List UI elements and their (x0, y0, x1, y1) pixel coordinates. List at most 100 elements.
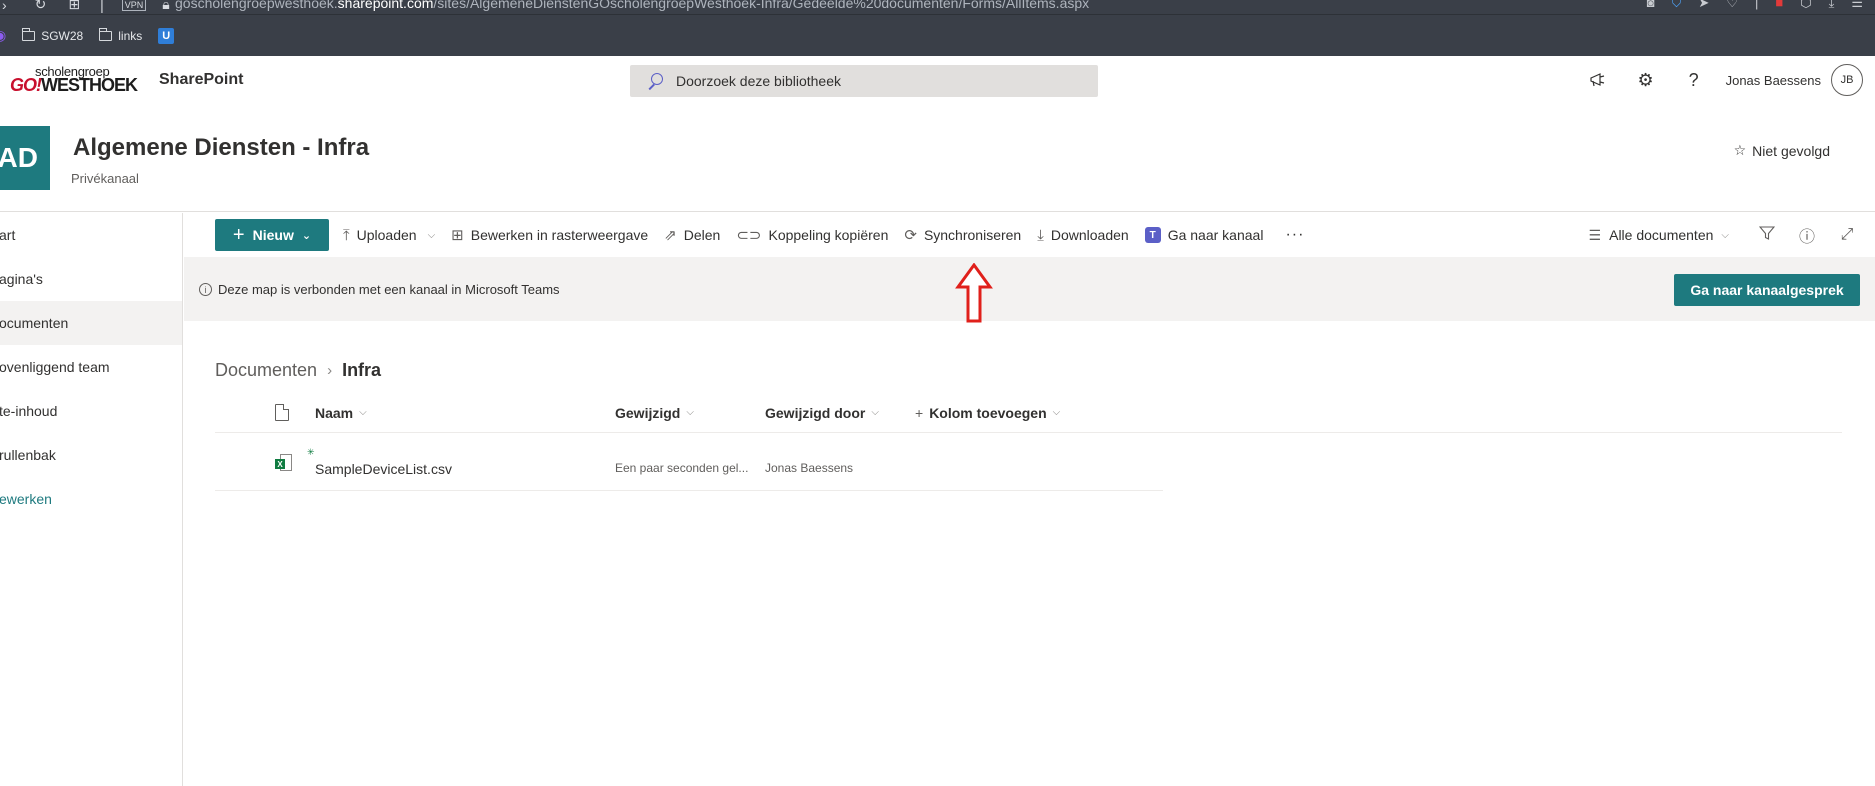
site-header: AD Algemene Diensten - Infra Privékanaal… (0, 104, 1875, 212)
nav-item-edit[interactable]: ewerken (0, 477, 182, 521)
sync-button[interactable]: ⟳ Synchroniseren (904, 226, 1021, 244)
heart-icon[interactable]: ♡ (1726, 0, 1738, 11)
app-name[interactable]: SharePoint (159, 71, 243, 89)
nav-item-start[interactable]: art (0, 213, 182, 257)
file-icon (275, 404, 289, 421)
nav-label: rullenbak (0, 447, 56, 463)
send-icon[interactable]: ➤ (1698, 0, 1709, 11)
view-label: Alle documenten (1609, 227, 1714, 243)
camera-icon[interactable]: ◙ (1647, 0, 1655, 11)
grid-edit-label: Bewerken in rasterweergave (470, 227, 649, 243)
more-options-button[interactable]: ··· (1285, 226, 1304, 244)
column-header-name[interactable]: Naam ⌵ (315, 405, 367, 421)
help-icon[interactable]: ? (1670, 56, 1718, 104)
org-logo[interactable]: scholengroep GO!WESTHOEK (10, 64, 138, 96)
share-button[interactable]: ⇗ Delen (664, 226, 720, 244)
breadcrumb-current: Infra (342, 360, 382, 380)
nav-label: art (0, 227, 16, 243)
file-name-link[interactable]: SampleDeviceList.csv (315, 461, 452, 477)
reload-icon[interactable]: ↻ (35, 0, 47, 13)
share-label: Delen (683, 227, 721, 243)
vpn-badge[interactable]: VPN (121, 0, 147, 11)
browser-nav: › ↻ ⊞ | VPN 🔒︎ (0, 0, 170, 13)
breadcrumb-root[interactable]: Documenten (215, 360, 317, 381)
go-to-channel-button[interactable]: T Ga naar kanaal (1144, 227, 1263, 243)
file-type-header[interactable] (275, 404, 289, 421)
column-header-modified[interactable]: Gewijzigd ⌵ (615, 405, 694, 421)
chevron-down-icon: ⌵ (427, 229, 436, 241)
download-icon[interactable]: ⤓ (1829, 0, 1835, 11)
nav-item-pages[interactable]: agina's (0, 257, 182, 301)
gear-icon[interactable]: ⚙ (1622, 56, 1670, 104)
bookmark-folder-links[interactable]: links (98, 27, 143, 43)
url-field[interactable]: goscholengroepwesthoek.sharepoint.com/si… (175, 0, 1089, 11)
folder-icon (98, 27, 113, 41)
nav-item-site-contents[interactable]: te-inhoud (0, 389, 182, 433)
add-column-button[interactable]: + Kolom toevoegen ⌵ (915, 405, 1060, 421)
go-to-channel-conversation-button[interactable]: Ga naar kanaalgesprek (1674, 274, 1860, 306)
site-logo[interactable]: AD (0, 126, 50, 190)
grid-edit-button[interactable]: ⊞ Bewerken in rasterweergave (451, 226, 648, 244)
filter-icon[interactable] (1747, 225, 1787, 246)
user-name[interactable]: Jonas Baessens (1726, 73, 1821, 88)
search-input[interactable] (676, 73, 1056, 89)
excel-file-icon: X (275, 454, 292, 473)
grid-icon[interactable]: ⊞ (68, 0, 80, 13)
site-title[interactable]: Algemene Diensten - Infra (73, 134, 369, 162)
shield-icon[interactable]: ⛉ (1672, 0, 1682, 11)
chevron-down-icon: ⌵ (686, 407, 694, 418)
divider: | (1754, 0, 1759, 10)
folder-icon (21, 27, 36, 41)
menu-icon[interactable]: ☰ (1851, 0, 1863, 11)
nav-item-parent-team[interactable]: ovenliggend team (0, 345, 182, 389)
megaphone-icon[interactable] (1574, 56, 1622, 104)
excel-badge: X (275, 459, 285, 469)
left-navigation: art agina's ocumenten ovenliggend team t… (0, 213, 183, 786)
breadcrumb: Documenten › Infra (215, 360, 381, 381)
cube-icon[interactable]: ⬡ (1800, 0, 1811, 11)
extension-icon[interactable]: ■ (1775, 0, 1783, 11)
bookmark-label: links (118, 28, 143, 43)
info-message: i Deze map is verbonden met een kanaal i… (199, 282, 560, 297)
copy-link-button[interactable]: ⊂⊃ Koppeling kopiëren (736, 226, 888, 244)
table-row[interactable]: X ✳ SampleDeviceList.csv Een paar second… (215, 433, 1163, 491)
expand-icon[interactable]: ⤢ (1827, 226, 1867, 244)
chevron-down-icon: ⌵ (359, 407, 367, 418)
upload-label: Uploaden (356, 227, 417, 243)
download-button[interactable]: ⤓ Downloaden (1037, 227, 1128, 244)
star-icon: ☆ (1733, 142, 1747, 158)
list-icon: ☰ (1588, 226, 1602, 243)
follow-button[interactable]: ☆ Niet gevolgd (1734, 142, 1830, 159)
bookmark-u-icon[interactable]: U (158, 27, 175, 44)
command-bar: + Nieuw ⌄ ⤒ Uploaden ⌵ ⊞ Bewerken in ras… (184, 213, 1875, 257)
nav-label: ocumenten (0, 315, 69, 331)
upload-button[interactable]: ⤒ Uploaden ⌵ (343, 227, 435, 244)
divider: | (100, 0, 104, 13)
url-prefix: goscholengroepwesthoek. (175, 0, 338, 11)
info-icon[interactable]: ⓘ (1787, 223, 1827, 247)
suite-actions: ⚙ ? Jonas Baessens JB (1574, 56, 1875, 104)
nav-item-documents[interactable]: ocumenten (0, 301, 182, 345)
search-box[interactable] (630, 65, 1098, 97)
modified-by-cell[interactable]: Jonas Baessens (765, 461, 853, 475)
browser-toolbar-icons: ◙ ⛉ ➤ ♡ | ■ ⬡ ⤓ ☰ (1647, 0, 1863, 11)
new-button[interactable]: + Nieuw ⌄ (215, 219, 329, 251)
forward-icon[interactable]: › (2, 0, 7, 13)
bookmark-folder-sgw28[interactable]: SGW28 (21, 27, 83, 43)
new-label: Nieuw (252, 227, 294, 243)
avatar[interactable]: JB (1831, 64, 1863, 96)
site-subtitle: Privékanaal (71, 171, 139, 186)
chevron-down-icon: ⌵ (1721, 229, 1729, 241)
column-header-modified-by[interactable]: Gewijzigd door ⌵ (765, 405, 879, 421)
nav-label: ewerken (0, 491, 52, 507)
nav-item-recycle-bin[interactable]: rullenbak (0, 433, 182, 477)
nav-label: agina's (0, 271, 43, 287)
new-file-icon: ✳ (307, 447, 315, 457)
header-label: Gewijzigd (615, 404, 681, 421)
opera-icon[interactable]: ◉ (0, 27, 6, 44)
view-selector[interactable]: ☰ Alle documenten ⌵ (1589, 227, 1729, 244)
teams-info-bar: i Deze map is verbonden met een kanaal i… (184, 257, 1875, 321)
download-label: Downloaden (1050, 227, 1129, 243)
info-icon: i (199, 283, 212, 296)
nav-label: te-inhoud (0, 403, 58, 419)
